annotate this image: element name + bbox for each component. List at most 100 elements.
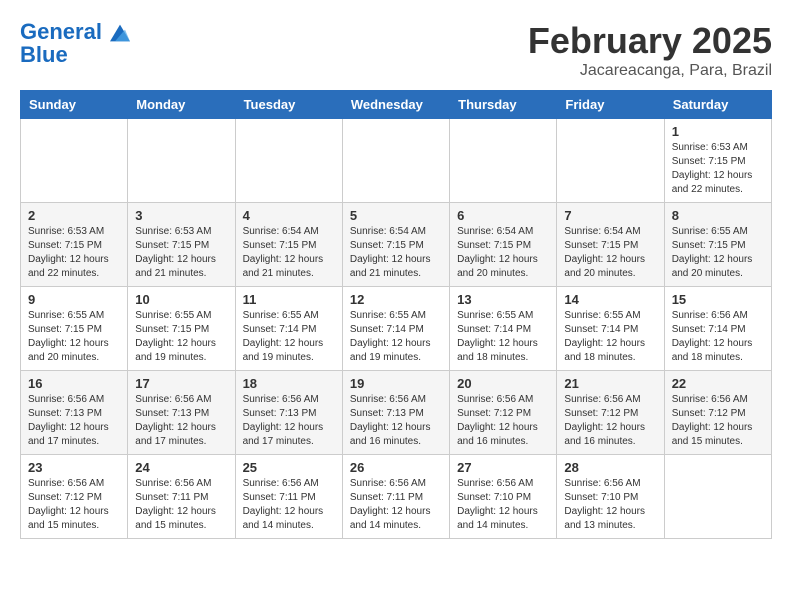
- calendar-cell: 6 Sunrise: 6:54 AM Sunset: 7:15 PM Daylig…: [450, 203, 557, 287]
- weekday-header-sunday: Sunday: [21, 91, 128, 119]
- day-info: Sunrise: 6:56 AM Sunset: 7:11 PM Dayligh…: [350, 477, 442, 533]
- day-info: Sunrise: 6:53 AM Sunset: 7:15 PM Dayligh…: [28, 225, 120, 281]
- day-number: 11: [243, 292, 335, 307]
- day-info: Sunrise: 6:55 AM Sunset: 7:15 PM Dayligh…: [28, 309, 120, 365]
- calendar-cell: 24Sunrise: 6:56 AM Sunset: 7:11 PM Dayli…: [128, 455, 235, 539]
- day-number: 23: [28, 460, 120, 475]
- logo: General Blue: [20, 20, 130, 66]
- calendar-cell: 14Sunrise: 6:55 AM Sunset: 7:14 PM Dayli…: [557, 287, 664, 371]
- calendar-cell: 23Sunrise: 6:56 AM Sunset: 7:12 PM Dayli…: [21, 455, 128, 539]
- calendar-cell: 21 Sunrise: 6:56 AM Sunset: 7:12 PM Dayli…: [557, 371, 664, 455]
- calendar-cell: 11 Sunrise: 6:55 AM Sunset: 7:14 PM Dayli…: [235, 287, 342, 371]
- calendar-cell: 10 Sunrise: 6:55 AM Sunset: 7:15 PM Dayli…: [128, 287, 235, 371]
- day-number: 16: [28, 376, 120, 391]
- day-number: 14: [564, 292, 656, 307]
- calendar-cell: [235, 119, 342, 203]
- weekday-header-friday: Friday: [557, 91, 664, 119]
- calendar-cell: 28 Sunrise: 6:56 AM Sunset: 7:10 PM Dayli…: [557, 455, 664, 539]
- day-number: 1: [672, 124, 764, 139]
- day-number: 5: [350, 208, 442, 223]
- day-number: 6: [457, 208, 549, 223]
- calendar-cell: [664, 455, 771, 539]
- calendar-cell: 19 Sunrise: 6:56 AM Sunset: 7:13 PM Dayli…: [342, 371, 449, 455]
- title-area: February 2025 Jacareacanga, Para, Brazil: [528, 20, 772, 80]
- month-title: February 2025: [528, 20, 772, 62]
- week-row-4: 16 Sunrise: 6:56 AM Sunset: 7:13 PM Dayli…: [21, 371, 772, 455]
- day-number: 8: [672, 208, 764, 223]
- day-info: Sunrise: 6:54 AM Sunset: 7:15 PM Dayligh…: [564, 225, 656, 281]
- day-number: 20: [457, 376, 549, 391]
- week-row-3: 9 Sunrise: 6:55 AM Sunset: 7:15 PM Daylig…: [21, 287, 772, 371]
- day-info: Sunrise: 6:54 AM Sunset: 7:15 PM Dayligh…: [457, 225, 549, 281]
- day-number: 22: [672, 376, 764, 391]
- weekday-header-thursday: Thursday: [450, 91, 557, 119]
- day-info: Sunrise: 6:54 AM Sunset: 7:15 PM Dayligh…: [243, 225, 335, 281]
- week-row-1: 1Sunrise: 6:53 AM Sunset: 7:15 PM Daylig…: [21, 119, 772, 203]
- calendar-cell: 13Sunrise: 6:55 AM Sunset: 7:14 PM Dayli…: [450, 287, 557, 371]
- calendar-cell: 8 Sunrise: 6:55 AM Sunset: 7:15 PM Daylig…: [664, 203, 771, 287]
- day-info: Sunrise: 6:56 AM Sunset: 7:12 PM Dayligh…: [564, 393, 656, 449]
- week-row-2: 2 Sunrise: 6:53 AM Sunset: 7:15 PM Daylig…: [21, 203, 772, 287]
- calendar-cell: 5 Sunrise: 6:54 AM Sunset: 7:15 PM Daylig…: [342, 203, 449, 287]
- day-number: 21: [564, 376, 656, 391]
- calendar-cell: 16 Sunrise: 6:56 AM Sunset: 7:13 PM Dayli…: [21, 371, 128, 455]
- calendar-cell: 17Sunrise: 6:56 AM Sunset: 7:13 PM Dayli…: [128, 371, 235, 455]
- calendar-cell: 3 Sunrise: 6:53 AM Sunset: 7:15 PM Daylig…: [128, 203, 235, 287]
- day-info: Sunrise: 6:55 AM Sunset: 7:15 PM Dayligh…: [135, 309, 227, 365]
- logo-icon: [110, 23, 130, 43]
- day-number: 18: [243, 376, 335, 391]
- calendar-cell: [557, 119, 664, 203]
- week-row-5: 23Sunrise: 6:56 AM Sunset: 7:12 PM Dayli…: [21, 455, 772, 539]
- day-number: 28: [564, 460, 656, 475]
- day-number: 10: [135, 292, 227, 307]
- day-info: Sunrise: 6:56 AM Sunset: 7:14 PM Dayligh…: [672, 309, 764, 365]
- calendar-cell: 18 Sunrise: 6:56 AM Sunset: 7:13 PM Dayli…: [235, 371, 342, 455]
- calendar-cell: 26 Sunrise: 6:56 AM Sunset: 7:11 PM Dayli…: [342, 455, 449, 539]
- logo-blue: Blue: [20, 44, 130, 66]
- day-number: 12: [350, 292, 442, 307]
- day-info: Sunrise: 6:55 AM Sunset: 7:15 PM Dayligh…: [672, 225, 764, 281]
- weekday-header-saturday: Saturday: [664, 91, 771, 119]
- day-info: Sunrise: 6:55 AM Sunset: 7:14 PM Dayligh…: [350, 309, 442, 365]
- weekday-header-monday: Monday: [128, 91, 235, 119]
- day-number: 13: [457, 292, 549, 307]
- day-number: 3: [135, 208, 227, 223]
- day-info: Sunrise: 6:56 AM Sunset: 7:12 PM Dayligh…: [672, 393, 764, 449]
- calendar-table: SundayMondayTuesdayWednesdayThursdayFrid…: [20, 90, 772, 539]
- calendar-cell: [21, 119, 128, 203]
- calendar-cell: 1Sunrise: 6:53 AM Sunset: 7:15 PM Daylig…: [664, 119, 771, 203]
- header: General Blue February 2025 Jacareacanga,…: [20, 20, 772, 80]
- weekday-header-wednesday: Wednesday: [342, 91, 449, 119]
- calendar-cell: 22 Sunrise: 6:56 AM Sunset: 7:12 PM Dayli…: [664, 371, 771, 455]
- day-number: 4: [243, 208, 335, 223]
- weekday-header-tuesday: Tuesday: [235, 91, 342, 119]
- calendar-cell: 4 Sunrise: 6:54 AM Sunset: 7:15 PM Daylig…: [235, 203, 342, 287]
- day-info: Sunrise: 6:54 AM Sunset: 7:15 PM Dayligh…: [350, 225, 442, 281]
- calendar-cell: 12 Sunrise: 6:55 AM Sunset: 7:14 PM Dayli…: [342, 287, 449, 371]
- day-info: Sunrise: 6:53 AM Sunset: 7:15 PM Dayligh…: [135, 225, 227, 281]
- logo-text: General: [20, 20, 130, 44]
- calendar-cell: 15 Sunrise: 6:56 AM Sunset: 7:14 PM Dayli…: [664, 287, 771, 371]
- day-number: 9: [28, 292, 120, 307]
- location-title: Jacareacanga, Para, Brazil: [528, 62, 772, 80]
- day-number: 15: [672, 292, 764, 307]
- calendar-cell: 25Sunrise: 6:56 AM Sunset: 7:11 PM Dayli…: [235, 455, 342, 539]
- day-info: Sunrise: 6:56 AM Sunset: 7:13 PM Dayligh…: [28, 393, 120, 449]
- day-info: Sunrise: 6:56 AM Sunset: 7:12 PM Dayligh…: [457, 393, 549, 449]
- calendar-cell: [450, 119, 557, 203]
- day-info: Sunrise: 6:56 AM Sunset: 7:13 PM Dayligh…: [350, 393, 442, 449]
- day-number: 25: [243, 460, 335, 475]
- day-number: 26: [350, 460, 442, 475]
- day-number: 2: [28, 208, 120, 223]
- calendar-cell: 7Sunrise: 6:54 AM Sunset: 7:15 PM Daylig…: [557, 203, 664, 287]
- day-number: 24: [135, 460, 227, 475]
- calendar-cell: 2 Sunrise: 6:53 AM Sunset: 7:15 PM Daylig…: [21, 203, 128, 287]
- day-info: Sunrise: 6:55 AM Sunset: 7:14 PM Dayligh…: [243, 309, 335, 365]
- day-info: Sunrise: 6:56 AM Sunset: 7:10 PM Dayligh…: [564, 477, 656, 533]
- day-number: 19: [350, 376, 442, 391]
- day-info: Sunrise: 6:56 AM Sunset: 7:13 PM Dayligh…: [243, 393, 335, 449]
- day-number: 17: [135, 376, 227, 391]
- day-number: 27: [457, 460, 549, 475]
- calendar-cell: [128, 119, 235, 203]
- weekday-header-row: SundayMondayTuesdayWednesdayThursdayFrid…: [21, 91, 772, 119]
